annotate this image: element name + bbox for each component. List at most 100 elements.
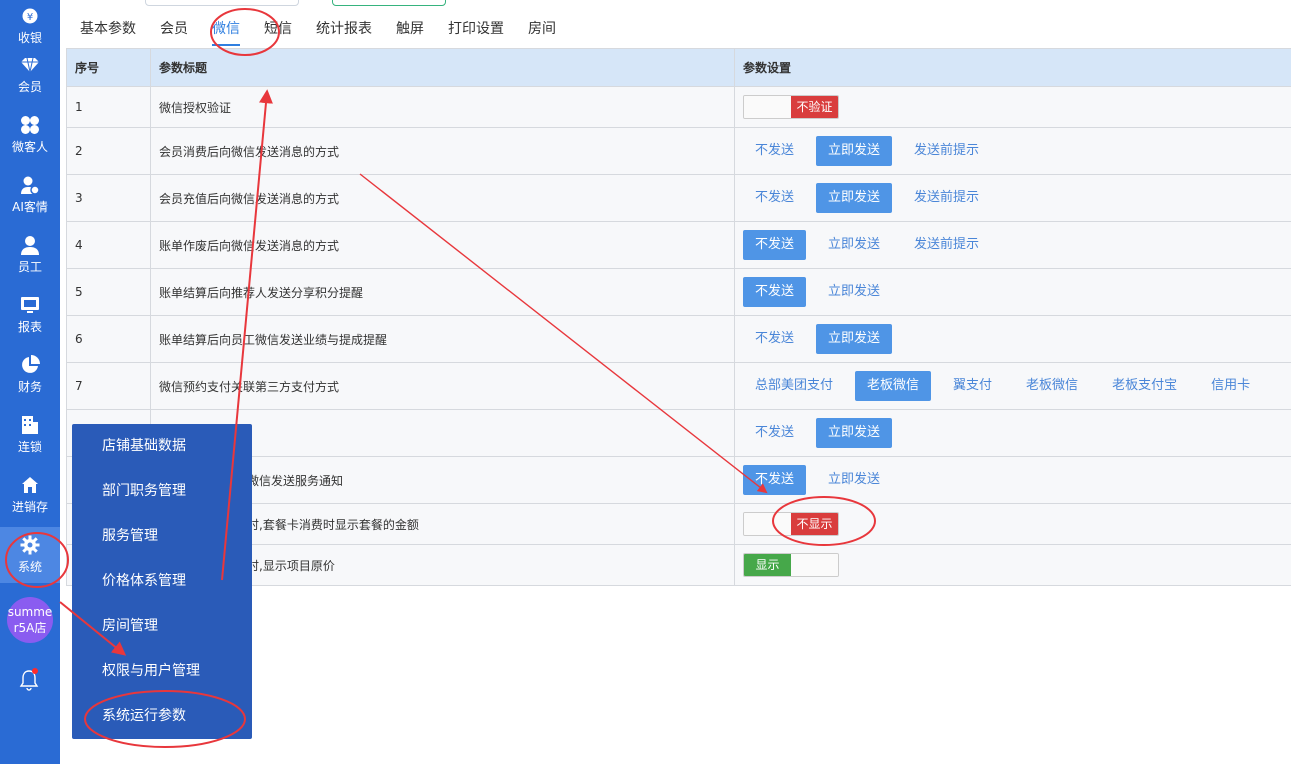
- header-title: 参数标题: [150, 48, 735, 87]
- top-button-fragment: [332, 0, 446, 6]
- building-icon: [20, 415, 40, 435]
- sidebar-item-label: 员工: [17, 260, 42, 274]
- sidebar-item-system[interactable]: 系统: [0, 527, 60, 583]
- row-no: 5: [66, 268, 151, 316]
- tab-sms[interactable]: 短信: [252, 12, 304, 46]
- option-boss-alipay[interactable]: 老板支付宝: [1100, 371, 1189, 401]
- sidebar-item-member[interactable]: 会员: [0, 47, 60, 103]
- param-tabs: 基本参数 会员 微信 短信 统计报表 触屏 打印设置 房间: [68, 12, 568, 46]
- row-title: 会员消费后向微信发送消息的方式: [150, 127, 735, 175]
- table-row: 6 账单结算后向员工微信发送业绩与提成提醒 不发送 立即发送: [66, 315, 1291, 363]
- row-setting: 不发送 立即发送: [734, 315, 1291, 363]
- sidebar: ¥ 收银 会员 微客人 AI客情 员工 报表 财务 连锁 进销存 系统 summ…: [0, 0, 60, 764]
- sidebar-item-label: AI客情: [12, 200, 48, 214]
- sidebar-item-staff[interactable]: 员工: [0, 227, 60, 283]
- option-credit-card[interactable]: 信用卡: [1199, 371, 1262, 401]
- sidebar-item-label: 会员: [17, 80, 42, 94]
- tab-member[interactable]: 会员: [148, 12, 200, 46]
- menu-item-system-params[interactable]: 系统运行参数: [102, 704, 186, 728]
- sidebar-item-finance[interactable]: 财务: [0, 347, 60, 403]
- system-menu: 店铺基础数据 部门职务管理 服务管理 价格体系管理 房间管理 权限与用户管理 系…: [72, 424, 252, 739]
- row-title: 账单作废后向微信发送消息的方式: [150, 221, 735, 269]
- menu-item-service[interactable]: 服务管理: [102, 524, 158, 548]
- option-send-now[interactable]: 立即发送: [816, 465, 892, 495]
- option-bestpay[interactable]: 翼支付: [941, 371, 1004, 401]
- option-no-send[interactable]: 不发送: [743, 183, 806, 213]
- show-original-price-switch[interactable]: 显示: [743, 553, 839, 577]
- option-prompt[interactable]: 发送前提示: [902, 136, 991, 166]
- bell-icon[interactable]: [17, 668, 41, 692]
- sidebar-item-label: 系统: [17, 560, 42, 574]
- menu-item-room[interactable]: 房间管理: [102, 614, 158, 638]
- monitor-icon: [20, 295, 40, 315]
- notification-dot: [32, 668, 38, 674]
- table-row: 1 微信授权验证 不验证: [66, 86, 1291, 128]
- menu-item-store-data[interactable]: 店铺基础数据: [102, 434, 186, 458]
- menu-item-department[interactable]: 部门职务管理: [102, 479, 186, 503]
- option-no-send[interactable]: 不发送: [743, 418, 806, 448]
- option-meituan-pay[interactable]: 总部美团支付: [743, 371, 845, 401]
- sidebar-item-label: 财务: [17, 380, 42, 394]
- tab-basic[interactable]: 基本参数: [68, 12, 148, 46]
- row-setting: 不显示: [734, 503, 1291, 545]
- option-no-send[interactable]: 不发送: [743, 230, 807, 260]
- tab-print[interactable]: 打印设置: [436, 12, 516, 46]
- option-send-now[interactable]: 立即发送: [816, 418, 893, 448]
- table-row: 5 账单结算后向推荐人发送分享积分提醒 不发送 立即发送: [66, 268, 1291, 316]
- row-title: 账单结算后向推荐人发送分享积分提醒: [150, 268, 735, 316]
- sidebar-item-cashier[interactable]: ¥ 收银: [0, 0, 60, 54]
- sidebar-item-inventory[interactable]: 进销存: [0, 467, 60, 523]
- tab-wechat[interactable]: 微信: [200, 12, 252, 46]
- row-setting: 显示: [734, 544, 1291, 586]
- option-send-now[interactable]: 立即发送: [816, 230, 892, 260]
- option-prompt[interactable]: 发送前提示: [902, 183, 991, 213]
- sidebar-item-ai[interactable]: AI客情: [0, 167, 60, 223]
- row-setting: 不发送 立即发送 发送前提示: [734, 174, 1291, 222]
- top-input-fragment: [145, 0, 299, 6]
- sidebar-item-chain[interactable]: 连锁: [0, 407, 60, 463]
- row-no: 6: [66, 315, 151, 363]
- menu-item-permission[interactable]: 权限与用户管理: [102, 659, 200, 683]
- person-icon: [20, 235, 40, 255]
- row-title: 微信授权验证: [150, 86, 735, 128]
- verify-switch[interactable]: 不验证: [743, 95, 839, 119]
- sidebar-item-wechat-guest[interactable]: 微客人: [0, 107, 60, 163]
- option-send-now[interactable]: 立即发送: [816, 136, 893, 166]
- option-send-now[interactable]: 立即发送: [816, 277, 892, 307]
- option-boss-wechat-2[interactable]: 老板微信: [1014, 371, 1090, 401]
- ai-user-icon: [20, 175, 40, 195]
- row-setting: 不发送 立即发送 发送前提示: [734, 221, 1291, 269]
- clover-icon: [20, 115, 40, 135]
- sidebar-item-report[interactable]: 报表: [0, 287, 60, 343]
- row-no: 2: [66, 127, 151, 175]
- tab-stats[interactable]: 统计报表: [304, 12, 384, 46]
- tab-room[interactable]: 房间: [516, 12, 568, 46]
- sidebar-item-label: 报表: [17, 320, 42, 334]
- option-send-now[interactable]: 立即发送: [816, 324, 893, 354]
- option-prompt[interactable]: 发送前提示: [902, 230, 991, 260]
- option-no-send[interactable]: 不发送: [743, 277, 807, 307]
- row-setting: 不验证: [734, 86, 1291, 128]
- menu-item-price-system[interactable]: 价格体系管理: [102, 569, 186, 593]
- option-no-send[interactable]: 不发送: [743, 136, 806, 166]
- tab-touch[interactable]: 触屏: [384, 12, 436, 46]
- table-header-row: 序号 参数标题 参数设置: [66, 48, 1291, 87]
- store-avatar[interactable]: summer5A店: [7, 597, 53, 643]
- home-icon: [20, 475, 40, 495]
- row-setting: 总部美团支付 老板微信 翼支付 老板微信 老板支付宝 信用卡: [734, 362, 1291, 410]
- row-no: 1: [66, 86, 151, 128]
- diamond-icon: [20, 55, 40, 75]
- row-no: 7: [66, 362, 151, 410]
- row-no: 4: [66, 221, 151, 269]
- option-no-send[interactable]: 不发送: [743, 324, 806, 354]
- table-row: 4 账单作废后向微信发送消息的方式 不发送 立即发送 发送前提示: [66, 221, 1291, 269]
- option-no-send[interactable]: 不发送: [743, 465, 807, 495]
- gear-icon: [20, 535, 40, 555]
- row-title: 会员充值后向微信发送消息的方式: [150, 174, 735, 222]
- row-setting: 不发送 立即发送: [734, 456, 1291, 504]
- show-package-amount-switch[interactable]: 不显示: [743, 512, 839, 536]
- option-boss-wechat[interactable]: 老板微信: [855, 371, 932, 401]
- option-send-now[interactable]: 立即发送: [816, 183, 893, 213]
- sidebar-item-label: 微客人: [11, 140, 48, 154]
- row-setting: 不发送 立即发送: [734, 409, 1291, 457]
